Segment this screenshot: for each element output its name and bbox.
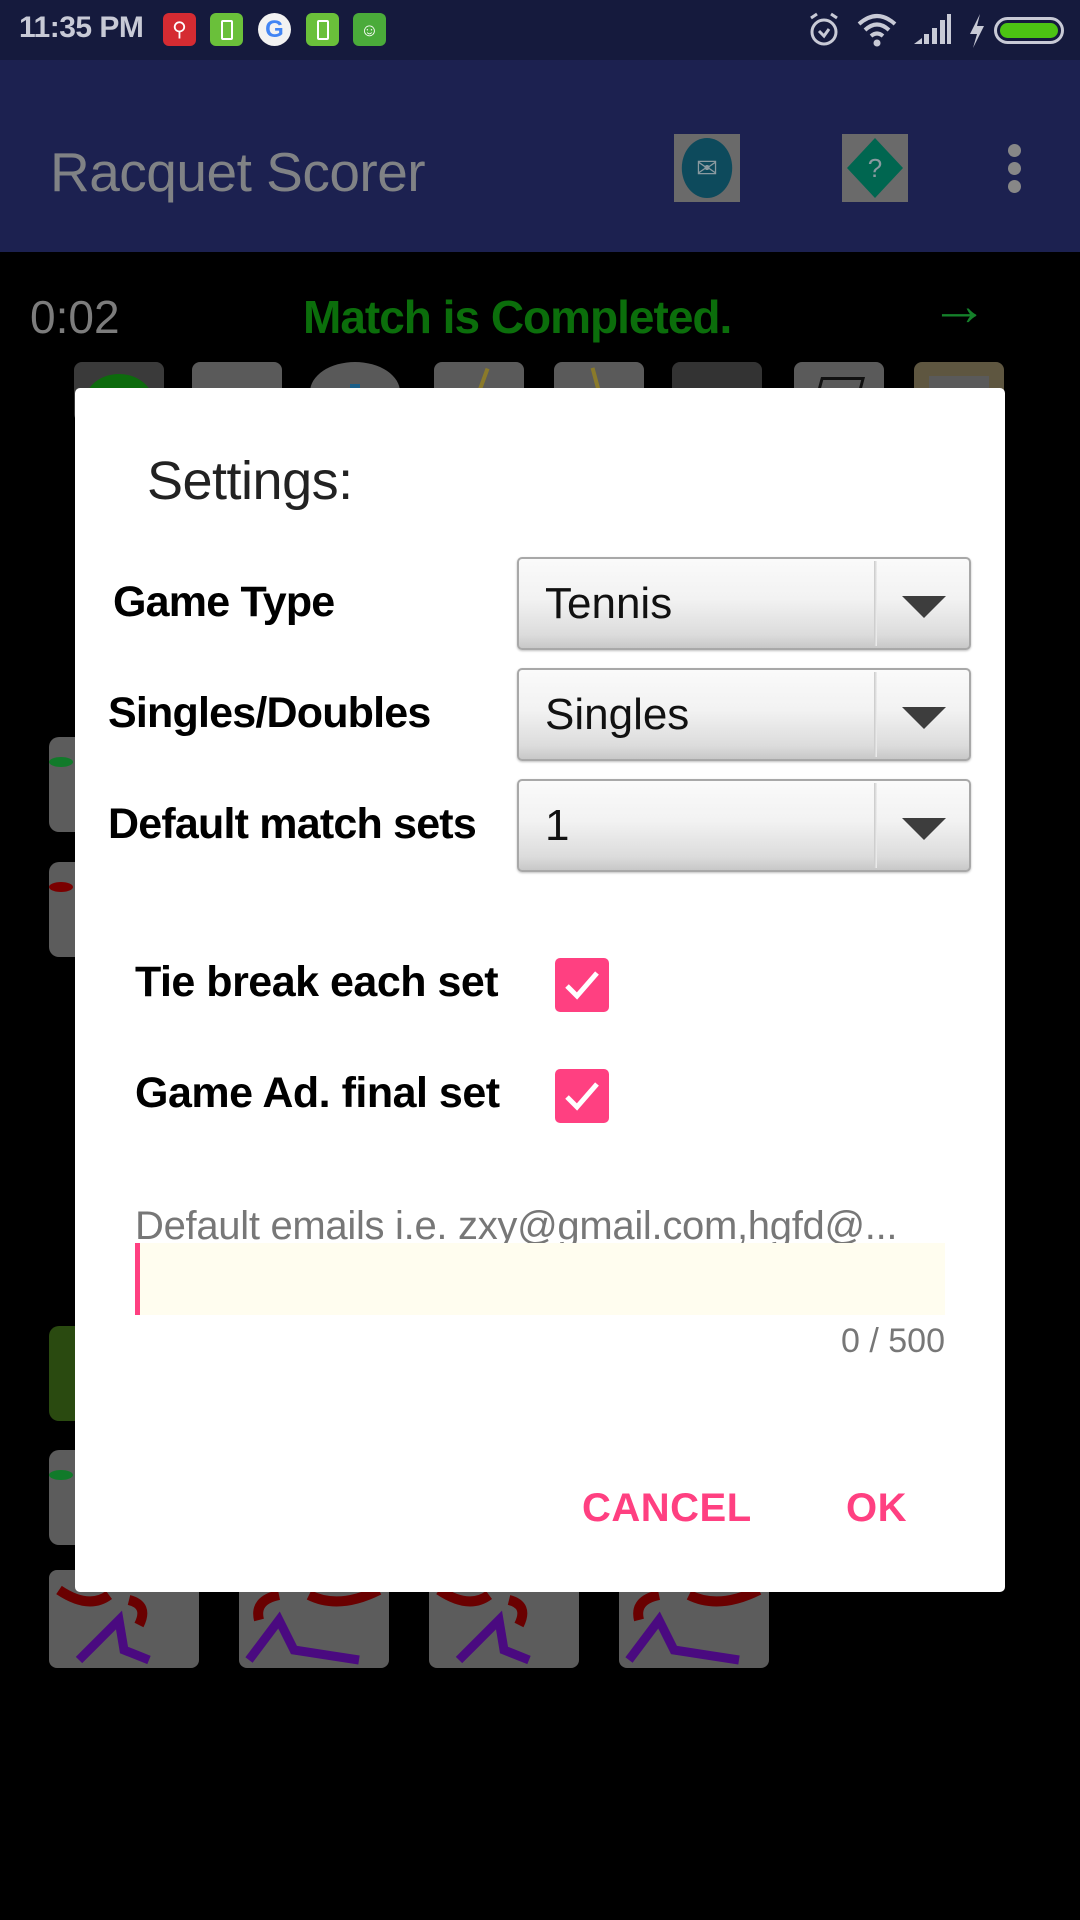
game-ad-final-set-label: Game Ad. final set bbox=[135, 1069, 500, 1117]
default-match-sets-spinner[interactable]: 1 bbox=[517, 779, 971, 872]
overflow-menu-icon[interactable] bbox=[1004, 144, 1024, 194]
chevron-down-icon bbox=[902, 818, 946, 840]
email-icon[interactable]: ✉ bbox=[674, 134, 740, 202]
checkmark-icon bbox=[565, 971, 599, 1000]
battery-app-icon bbox=[210, 13, 243, 46]
match-timer: 0:02 bbox=[30, 291, 120, 343]
tie-break-label: Tie break each set bbox=[135, 958, 499, 1006]
help-icon[interactable]: ? bbox=[842, 134, 908, 202]
status-time: 11:35 PM bbox=[19, 11, 144, 44]
ok-button[interactable]: OK bbox=[846, 1486, 907, 1531]
dialog-title: Settings: bbox=[147, 451, 353, 511]
google-icon: G bbox=[258, 13, 291, 46]
match-status: Match is Completed. bbox=[303, 291, 732, 343]
app-bar: Racquet Scorer ✉ ? bbox=[0, 60, 1080, 252]
wifi-icon bbox=[857, 14, 897, 47]
chevron-down-icon bbox=[902, 707, 946, 729]
chevron-down-icon bbox=[902, 596, 946, 618]
charging-icon bbox=[970, 14, 984, 48]
default-match-sets-label: Default match sets bbox=[108, 800, 477, 848]
status-bar: 11:35 PM ⚲ G ☺ bbox=[0, 0, 1080, 60]
singles-doubles-spinner[interactable]: Singles bbox=[517, 668, 971, 761]
singles-doubles-value: Singles bbox=[545, 690, 690, 739]
checkmark-icon bbox=[565, 1082, 599, 1111]
game-type-label: Game Type bbox=[113, 578, 335, 626]
app-red-icon: ⚲ bbox=[163, 13, 196, 46]
default-match-sets-value: 1 bbox=[545, 801, 570, 850]
android-icon: ☺ bbox=[353, 13, 386, 46]
character-counter: 0 / 500 bbox=[841, 1322, 945, 1360]
game-type-value: Tennis bbox=[545, 579, 673, 628]
settings-dialog: Settings: Game Type Tennis Singles/Doubl… bbox=[75, 388, 1005, 1592]
game-ad-final-set-checkbox[interactable] bbox=[555, 1069, 609, 1123]
tie-break-checkbox[interactable] bbox=[555, 958, 609, 1012]
app-title: Racquet Scorer bbox=[50, 141, 426, 203]
battery-icon bbox=[994, 17, 1064, 44]
cancel-button[interactable]: CANCEL bbox=[582, 1486, 752, 1531]
battery-app-icon bbox=[306, 13, 339, 46]
next-arrow-icon[interactable]: → bbox=[930, 272, 988, 339]
default-emails-input[interactable] bbox=[135, 1243, 945, 1315]
game-type-spinner[interactable]: Tennis bbox=[517, 557, 971, 650]
signal-icon bbox=[914, 14, 951, 44]
singles-doubles-label: Singles/Doubles bbox=[108, 689, 431, 737]
alarm-icon bbox=[810, 12, 838, 46]
